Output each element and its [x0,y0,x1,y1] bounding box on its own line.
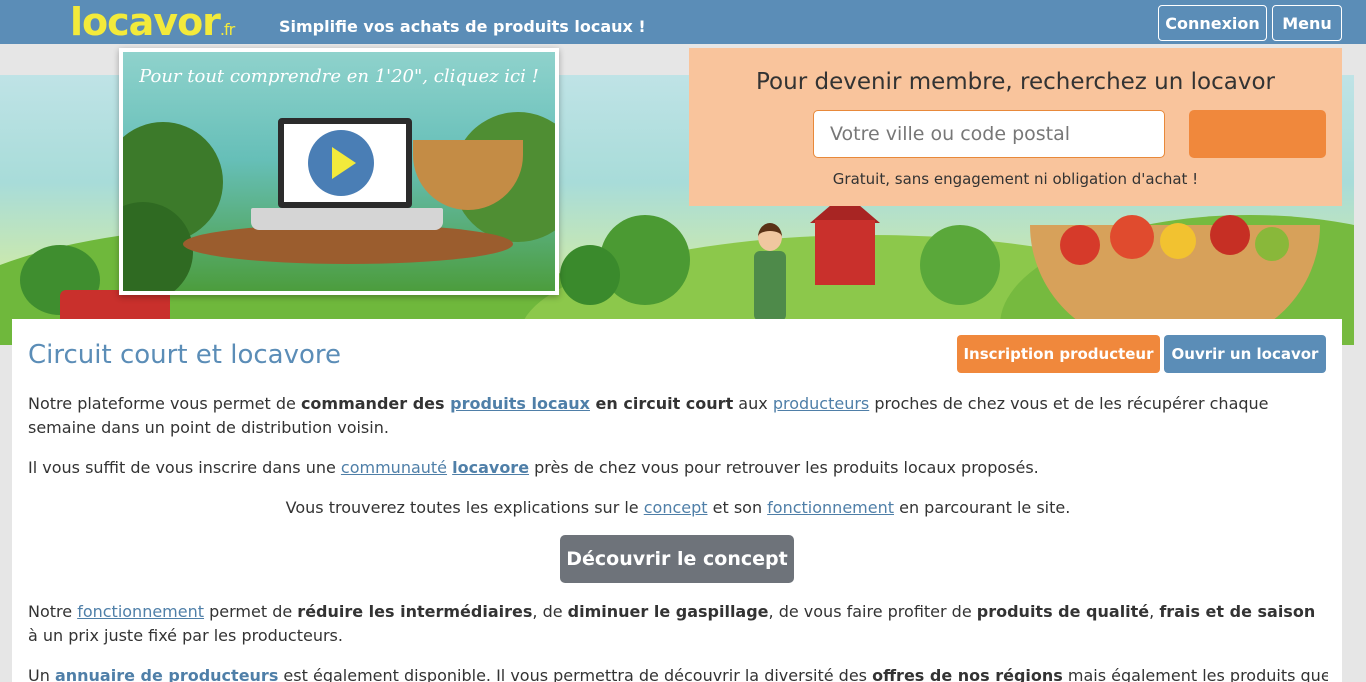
link-concept[interactable]: concept [644,498,708,517]
bold-text: commander des [300,394,451,413]
link-locavore[interactable]: locavore [452,458,529,477]
bold-text: produits de qualité [976,602,1150,621]
link-produits-locaux[interactable]: produits locaux [450,394,590,413]
menu-button[interactable]: Menu [1272,5,1342,41]
text: est également disponible. Il vous permet… [278,666,873,682]
community-paragraph: Il vous suffit de vous inscrire dans une… [28,456,1328,480]
link-fonctionnement[interactable]: fonctionnement [767,498,894,517]
text: , de [532,602,568,621]
city-search-input[interactable] [813,110,1165,158]
text: et son [707,498,768,517]
bold-text: diminuer le gaspillage [567,602,769,621]
text: mais également les produits que les poin… [1067,666,1328,682]
link-communaute[interactable]: communauté [341,458,447,477]
logo-text: locavor [70,0,221,44]
laptop-base [251,208,443,230]
main-content: Circuit court et locavore Inscription pr… [12,319,1342,682]
open-locavor-button[interactable]: Ouvrir un locavor [1164,335,1326,373]
text: aux [733,394,773,413]
directory-paragraph: Un annuaire de producteurs est également… [28,664,1328,682]
text: Vous trouverez toutes les explications s… [285,498,644,517]
locavor-search-panel: Pour devenir membre, recherchez un locav… [689,48,1342,206]
bold-text: offres de nos régions [872,666,1063,682]
search-title: Pour devenir membre, recherchez un locav… [756,69,1275,95]
farmer-figure [752,223,788,323]
text: Notre [28,602,78,621]
discover-concept-button[interactable]: Découvrir le concept [560,535,794,583]
intro-paragraph: Notre plateforme vous permet de commande… [28,392,1328,440]
barn [815,220,875,285]
producer-signup-button[interactable]: Inscription producteur [957,335,1160,373]
login-button[interactable]: Connexion [1158,5,1267,41]
video-caption: Pour tout comprendre en 1'20", cliquez i… [139,66,539,87]
text: , de vous faire profiter de [768,602,977,621]
text: Un [28,666,55,682]
bold-text: en circuit court [589,394,734,413]
explanations-paragraph: Vous trouverez toutes les explications s… [28,496,1328,520]
search-button[interactable] [1189,110,1326,158]
text: à un prix juste fixé par les producteurs… [28,626,343,645]
benefits-paragraph: Notre fonctionnement permet de réduire l… [28,600,1328,648]
bold-text: réduire les intermédiaires [297,602,533,621]
link-fonctionnement-2[interactable]: fonctionnement [77,602,204,621]
text: Notre plateforme vous permet de [28,394,301,413]
table [183,224,513,264]
page-title: Circuit court et locavore [28,340,342,370]
text: , [1149,602,1160,621]
text: Il vous suffit de vous inscrire dans une [28,458,341,477]
link-annuaire-producteurs[interactable]: annuaire de producteurs [55,666,278,682]
tagline: Simplifie vos achats de produits locaux … [279,17,646,36]
logo[interactable]: locavor.fr [70,0,235,44]
search-note: Gratuit, sans engagement ni obligation d… [832,170,1199,188]
top-navbar: locavor.fr Simplifie vos achats de produ… [0,0,1366,44]
video-thumbnail[interactable]: Pour tout comprendre en 1'20", cliquez i… [119,48,559,295]
link-producteurs[interactable]: producteurs [773,394,869,413]
text: en parcourant le site. [894,498,1071,517]
text: près de chez vous pour retrouver les pro… [529,458,1039,477]
play-icon[interactable] [308,130,374,196]
logo-tld: .fr [219,20,235,39]
bold-text: frais et de saison [1159,602,1316,621]
text: permet de [204,602,298,621]
